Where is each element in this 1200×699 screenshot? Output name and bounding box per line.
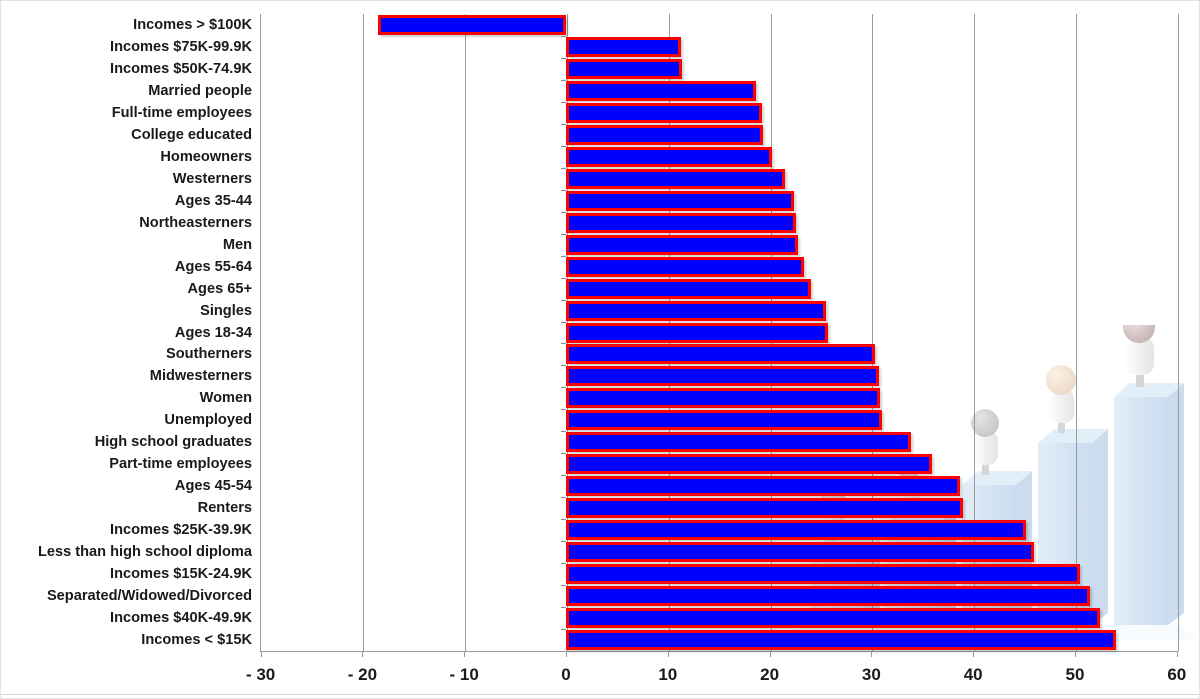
bar-3 bbox=[566, 80, 757, 101]
bar-0 bbox=[377, 14, 566, 35]
bar-13 bbox=[566, 300, 826, 321]
bar-22 bbox=[566, 498, 964, 519]
x-tick--20 bbox=[362, 651, 364, 657]
bar-16 bbox=[566, 366, 879, 387]
x-tick-60 bbox=[1176, 651, 1178, 657]
x-tick-10 bbox=[667, 651, 669, 657]
bar-27 bbox=[566, 608, 1101, 629]
bar-12 bbox=[566, 278, 812, 299]
bar-8 bbox=[566, 190, 795, 211]
x-axis-label: 40 bbox=[963, 665, 983, 684]
x-tick-20 bbox=[769, 651, 771, 657]
x-axis-label: 20 bbox=[760, 665, 780, 684]
bar-15 bbox=[566, 344, 876, 365]
bar-24 bbox=[566, 542, 1035, 563]
bar-5 bbox=[566, 124, 764, 145]
x-axis-line bbox=[260, 651, 1178, 652]
bottom-border bbox=[0, 694, 1200, 695]
bar-19 bbox=[566, 432, 912, 453]
x-axis-label: - 10 bbox=[449, 665, 479, 684]
bar-17 bbox=[566, 388, 880, 409]
bar-21 bbox=[566, 476, 960, 497]
bar-6 bbox=[566, 146, 772, 167]
x-tick-50 bbox=[1075, 651, 1076, 657]
bar-1 bbox=[566, 36, 682, 57]
x-axis-label: 50 bbox=[1065, 665, 1085, 684]
x-axis-label: - 30 bbox=[245, 665, 276, 684]
bar-2 bbox=[566, 58, 683, 79]
x-tick-40 bbox=[973, 651, 975, 657]
x-tick--10 bbox=[464, 651, 466, 657]
x-axis-label: 0 bbox=[561, 665, 571, 684]
bar-11 bbox=[566, 256, 805, 277]
x-tick-30 bbox=[871, 651, 873, 657]
bar-26 bbox=[566, 586, 1091, 607]
bar-7 bbox=[566, 168, 785, 189]
bar-9 bbox=[566, 212, 797, 233]
bar-10 bbox=[566, 234, 799, 255]
x-axis-label: 30 bbox=[861, 665, 881, 684]
bar-18 bbox=[566, 410, 882, 431]
bar-4 bbox=[566, 102, 763, 123]
chart-canvas: Incomes > $100K Incomes $75K-99.9K Incomes… bbox=[0, 0, 1200, 699]
x-axis-label: - 20 bbox=[347, 665, 378, 684]
x-tick-0 bbox=[566, 651, 567, 657]
x-axis-label: 10 bbox=[658, 665, 678, 684]
bar-25 bbox=[566, 564, 1081, 585]
bar-series bbox=[0, 14, 1200, 651]
bar-20 bbox=[566, 454, 933, 475]
x-tick--30 bbox=[260, 651, 262, 657]
bar-14 bbox=[566, 322, 828, 343]
x-axis-label: 60 bbox=[1167, 665, 1187, 684]
bar-28 bbox=[566, 630, 1116, 651]
bar-23 bbox=[566, 520, 1027, 541]
